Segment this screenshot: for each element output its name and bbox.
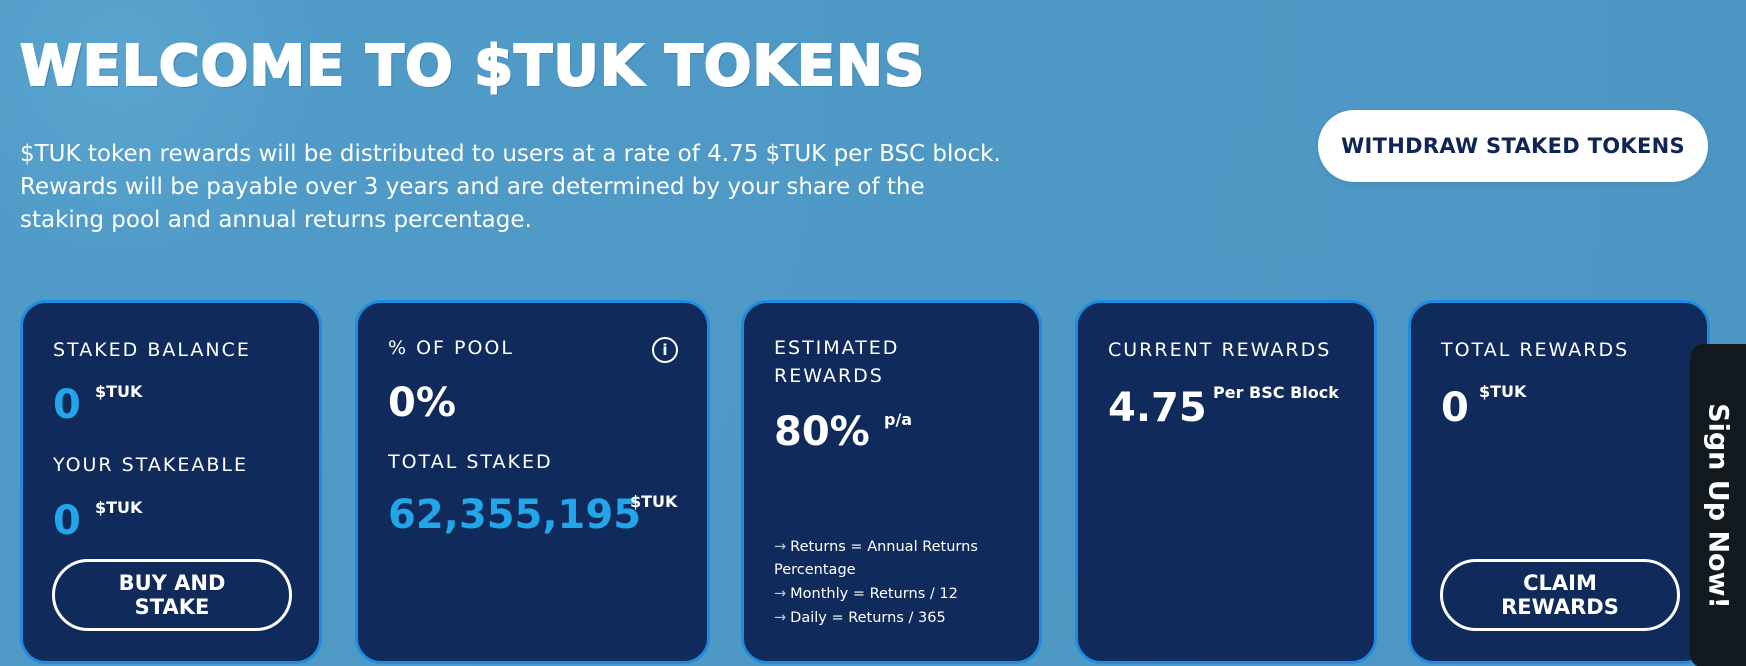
sign-up-tab[interactable]: Sign Up Now! (1690, 344, 1746, 666)
buy-and-stake-button[interactable]: BUY AND STAKE (52, 559, 292, 631)
page-title: WELCOME TO $TUK TOKENS (19, 33, 926, 100)
total-staked-value: 62,355,195 (388, 492, 642, 538)
monthly-note: → Monthly = Returns / 12 (774, 586, 958, 602)
description-line: $TUK token rewards will be distributed t… (20, 141, 1001, 167)
staking-page: WELCOME TO $TUK TOKENS $TUK token reward… (0, 0, 1746, 666)
daily-note: → Daily = Returns / 365 (774, 610, 946, 626)
current-rewards-label: CURRENT REWARDS (1108, 339, 1332, 361)
page-description: $TUK token rewards will be distributed t… (20, 138, 1020, 237)
pool-share-label: % OF POOL (388, 337, 514, 359)
arrow-right-icon: → (774, 586, 787, 602)
total-rewards-value: 0 (1441, 385, 1469, 431)
estimated-rewards-card: ESTIMATED REWARDS 80% p/a → Returns = Ann… (741, 300, 1042, 664)
staked-balance-label: STAKED BALANCE (53, 339, 251, 361)
claim-rewards-label-line2: REWARDS (1501, 595, 1619, 619)
total-rewards-unit: $TUK (1479, 382, 1527, 401)
stakeable-unit: $TUK (95, 498, 143, 517)
total-staked-label: TOTAL STAKED (388, 451, 553, 473)
estimated-rewards-label-line2: REWARDS (774, 365, 884, 387)
staked-balance-value: 0 (53, 382, 81, 428)
current-rewards-card: CURRENT REWARDS 4.75 Per BSC Block (1075, 300, 1377, 664)
total-rewards-label: TOTAL REWARDS (1441, 339, 1630, 361)
sign-up-label: Sign Up Now! (1702, 403, 1734, 609)
arrow-right-icon: → (774, 610, 787, 626)
pool-share-value: 0% (388, 380, 456, 426)
description-line: Rewards will be payable over 3 years and… (20, 174, 925, 200)
estimated-rewards-value: 80% (774, 409, 870, 455)
stakeable-label: YOUR STAKEABLE (53, 454, 248, 476)
info-icon[interactable]: i (652, 337, 678, 363)
staked-balance-card: STAKED BALANCE 0 $TUK YOUR STAKEABLE 0 $… (20, 300, 322, 664)
estimated-rewards-label: ESTIMATED REWARDS (774, 334, 899, 390)
current-rewards-unit: Per BSC Block (1213, 383, 1339, 402)
buy-and-stake-label-line2: STAKE (134, 595, 210, 619)
estimated-rewards-label-line1: ESTIMATED (774, 337, 900, 359)
claim-rewards-label-line1: CLAIM (1523, 571, 1597, 595)
stakeable-value: 0 (53, 498, 81, 544)
returns-note: → Returns = Annual Returns Percentage (774, 536, 1014, 582)
current-rewards-value: 4.75 (1108, 385, 1207, 431)
claim-rewards-button[interactable]: CLAIM REWARDS (1440, 559, 1680, 631)
buy-and-stake-label-line1: BUY AND (118, 571, 226, 595)
pool-share-card: % OF POOL i 0% TOTAL STAKED 62,355,195 $… (355, 300, 710, 664)
estimated-rewards-unit: p/a (884, 410, 913, 429)
staked-balance-unit: $TUK (95, 382, 143, 401)
returns-note-line1: → Returns = Annual Returns (774, 539, 978, 555)
arrow-right-icon: → (774, 539, 787, 555)
description-line: staking pool and annual returns percenta… (20, 207, 532, 233)
total-rewards-card: TOTAL REWARDS 0 $TUK CLAIM REWARDS (1408, 300, 1710, 664)
withdraw-staked-tokens-button[interactable]: WITHDRAW STAKED TOKENS (1318, 110, 1708, 182)
total-staked-unit: $TUK (630, 492, 678, 511)
returns-note-line2: Percentage (774, 562, 856, 578)
